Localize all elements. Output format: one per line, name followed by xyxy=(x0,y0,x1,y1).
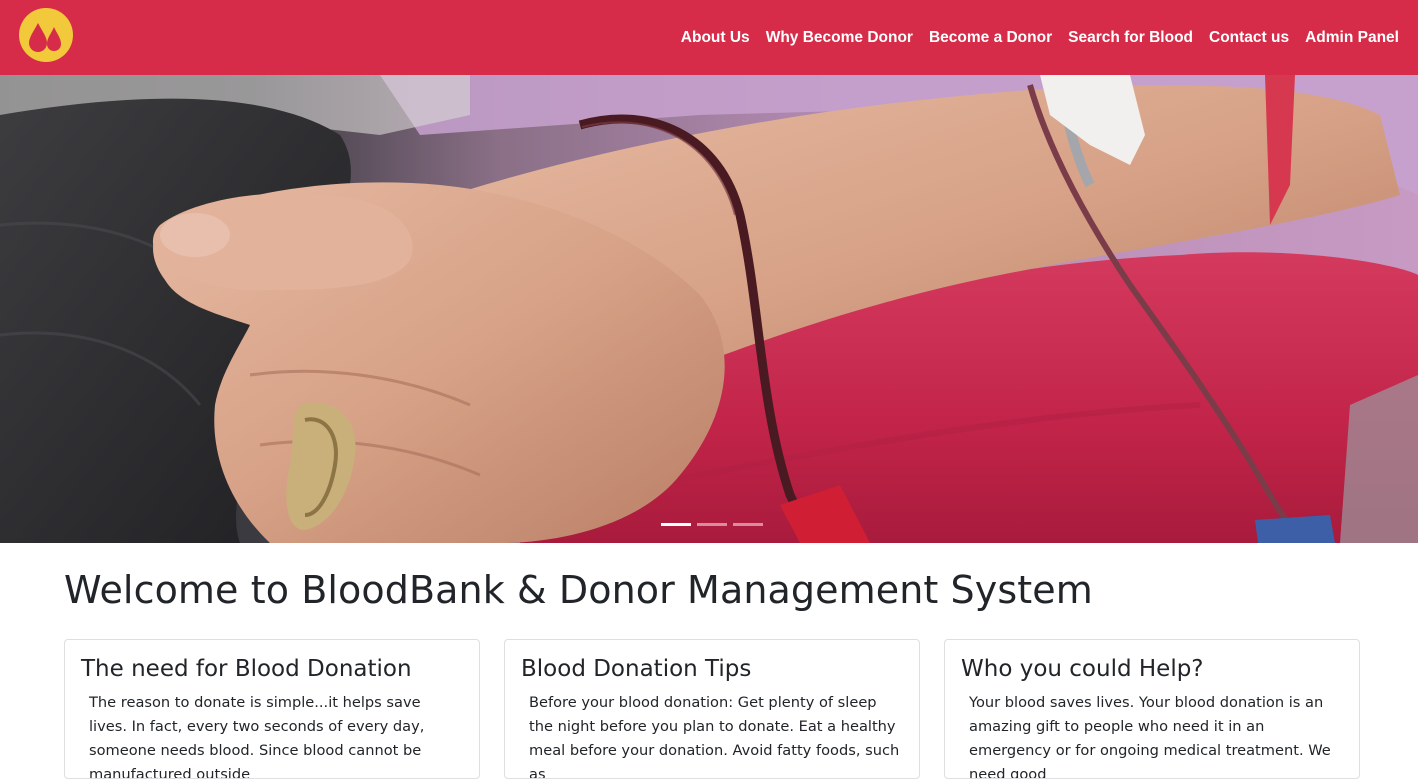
nav-why-become-donor-link[interactable]: Why Become Donor xyxy=(766,29,913,47)
nav-admin-panel-link[interactable]: Admin Panel xyxy=(1305,29,1399,47)
carousel-indicator-1[interactable] xyxy=(661,523,691,526)
carousel-indicator-2[interactable] xyxy=(697,523,727,526)
hero-slide-image xyxy=(0,75,1418,543)
card-need-for-blood-donation: The need for Blood Donation The reason t… xyxy=(64,639,480,779)
card-title: Who you could Help? xyxy=(961,656,1204,682)
nav-menu: About Us Why Become Donor Become a Donor… xyxy=(681,0,1399,75)
carousel-indicators xyxy=(661,523,763,526)
card-text: Before your blood donation: Get plenty o… xyxy=(529,694,900,779)
hero-carousel[interactable] xyxy=(0,75,1418,543)
card-title: Blood Donation Tips xyxy=(521,656,752,682)
nav-become-a-donor-link[interactable]: Become a Donor xyxy=(929,29,1052,47)
nav-search-for-blood-link[interactable]: Search for Blood xyxy=(1068,29,1193,47)
card-text: The reason to donate is simple...it help… xyxy=(89,694,425,779)
nav-about-us-link[interactable]: About Us xyxy=(681,29,750,47)
card-who-you-could-help: Who you could Help? Your blood saves liv… xyxy=(944,639,1360,779)
nav-contact-us-link[interactable]: Contact us xyxy=(1209,29,1289,47)
page-title: Welcome to BloodBank & Donor Management … xyxy=(64,568,1093,612)
navbar: About Us Why Become Donor Become a Donor… xyxy=(0,0,1418,75)
card-title: The need for Blood Donation xyxy=(81,656,412,682)
blood-drops-icon[interactable] xyxy=(18,7,74,63)
card-blood-donation-tips: Blood Donation Tips Before your blood do… xyxy=(504,639,920,779)
card-text: Your blood saves lives. Your blood donat… xyxy=(969,694,1331,779)
carousel-indicator-3[interactable] xyxy=(733,523,763,526)
